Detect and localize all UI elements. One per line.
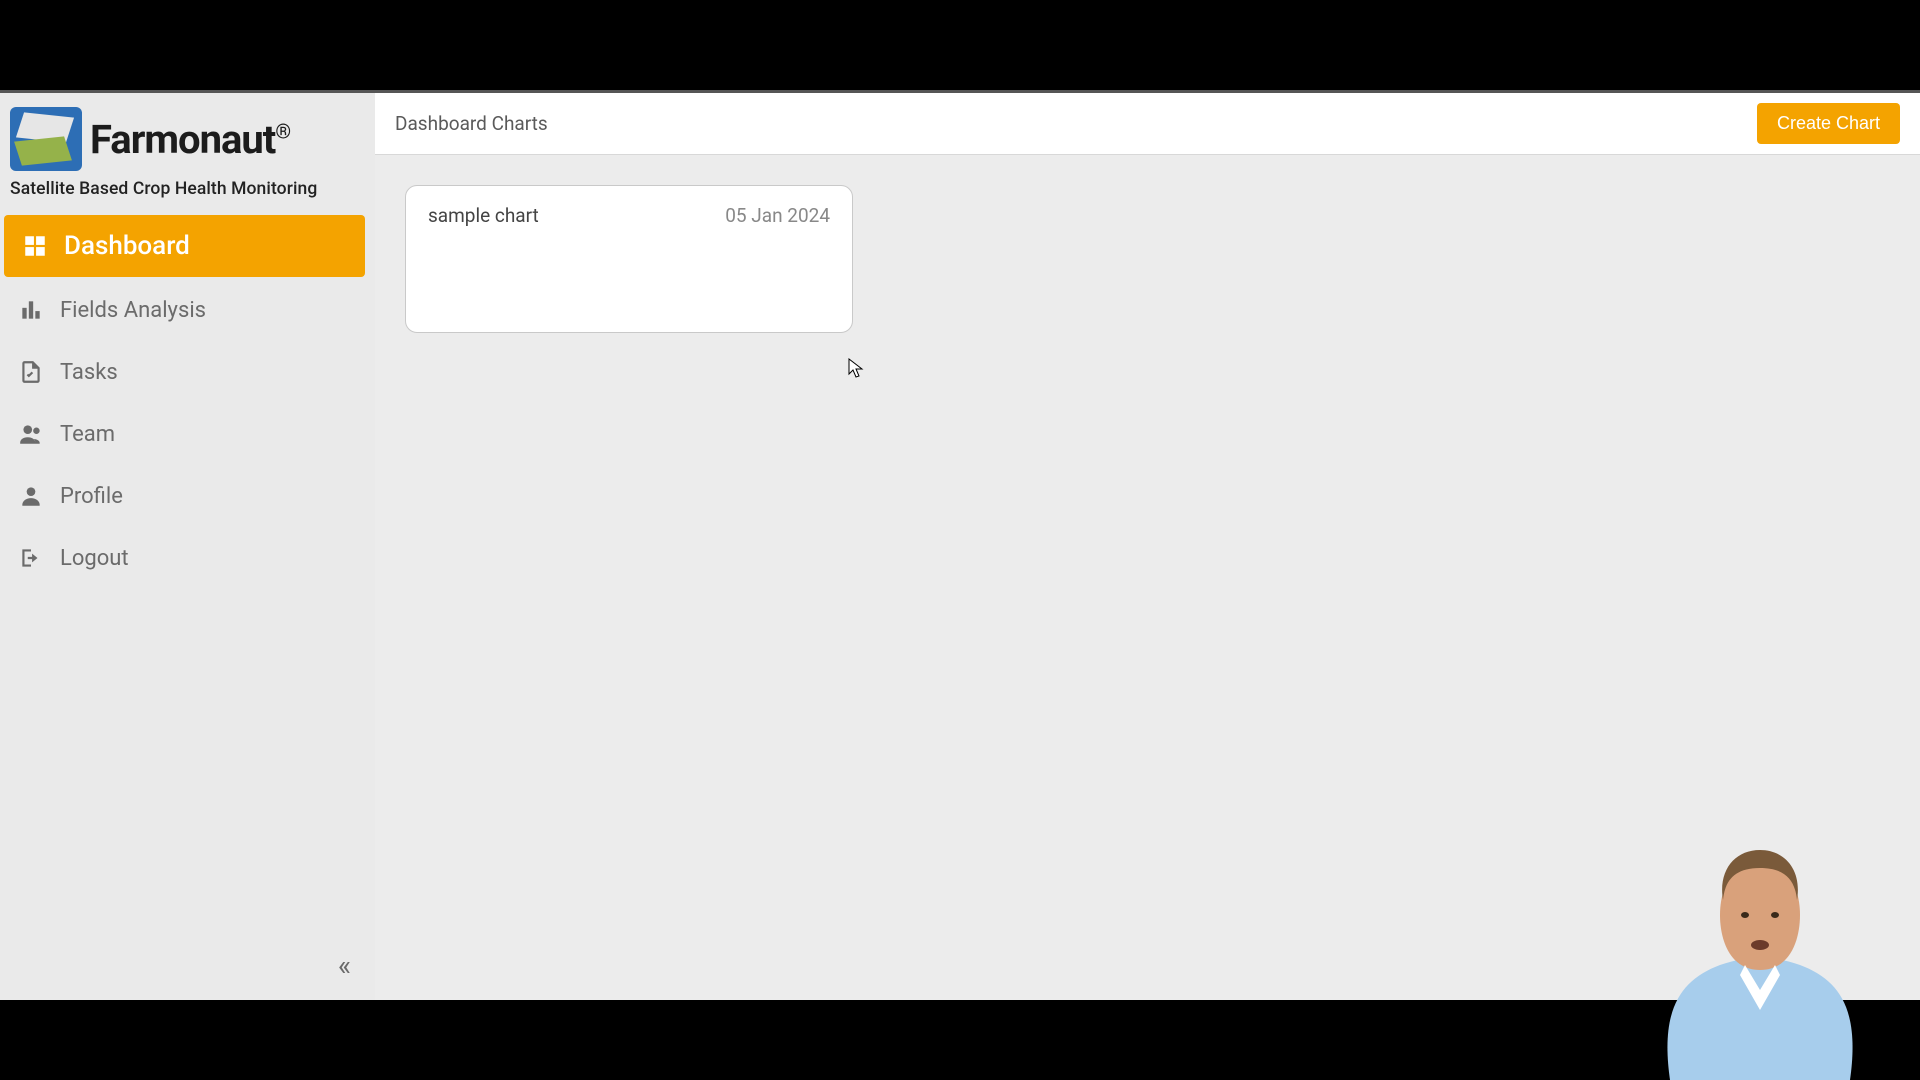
sidebar-nav: Dashboard Fields Analysis Tasks bbox=[0, 213, 375, 589]
brand-name: Farmonaut® bbox=[90, 116, 290, 163]
page-title: Dashboard Charts bbox=[395, 112, 548, 135]
sidebar-item-label: Tasks bbox=[60, 360, 118, 385]
sidebar-item-tasks[interactable]: Tasks bbox=[0, 341, 369, 403]
sidebar-item-profile[interactable]: Profile bbox=[0, 465, 369, 527]
create-chart-button[interactable]: Create Chart bbox=[1757, 103, 1900, 144]
sidebar: Farmonaut® Satellite Based Crop Health M… bbox=[0, 93, 375, 1000]
sidebar-item-fields-analysis[interactable]: Fields Analysis bbox=[0, 279, 369, 341]
sidebar-item-team[interactable]: Team bbox=[0, 403, 369, 465]
sidebar-item-label: Fields Analysis bbox=[60, 298, 206, 323]
topbar: Dashboard Charts Create Chart bbox=[375, 93, 1920, 155]
brand-block: Farmonaut® Satellite Based Crop Health M… bbox=[0, 101, 375, 213]
registered-mark: ® bbox=[275, 119, 290, 143]
brand-tagline: Satellite Based Crop Health Monitoring bbox=[10, 179, 365, 199]
brand-name-text: Farmonaut bbox=[90, 116, 275, 163]
brand-row: Farmonaut® bbox=[10, 107, 365, 171]
presenter-overlay bbox=[1610, 710, 1910, 1080]
sidebar-item-dashboard[interactable]: Dashboard bbox=[4, 215, 365, 277]
chart-card[interactable]: sample chart 05 Jan 2024 bbox=[405, 185, 853, 333]
sidebar-item-label: Dashboard bbox=[64, 231, 190, 261]
sidebar-item-label: Profile bbox=[60, 484, 123, 509]
chart-card-date: 05 Jan 2024 bbox=[725, 204, 830, 314]
profile-icon bbox=[18, 483, 44, 509]
chart-card-title: sample chart bbox=[428, 204, 539, 314]
logout-icon bbox=[18, 545, 44, 571]
sidebar-item-label: Logout bbox=[60, 546, 129, 571]
team-icon bbox=[18, 421, 44, 447]
dashboard-icon bbox=[22, 233, 48, 259]
bar-chart-icon bbox=[18, 297, 44, 323]
content-area: sample chart 05 Jan 2024 bbox=[375, 155, 1920, 363]
brand-logo-icon bbox=[10, 107, 82, 171]
sidebar-item-label: Team bbox=[60, 422, 115, 447]
sidebar-collapse-button[interactable]: « bbox=[338, 949, 351, 982]
sidebar-item-logout[interactable]: Logout bbox=[0, 527, 369, 589]
tasks-icon bbox=[18, 359, 44, 385]
